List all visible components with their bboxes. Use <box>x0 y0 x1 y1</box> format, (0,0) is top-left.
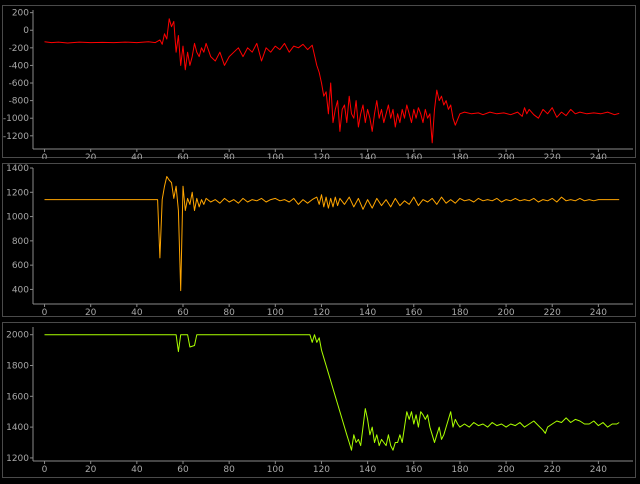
x-tick-label: 20 <box>85 153 97 159</box>
x-tick-label: 20 <box>85 465 97 475</box>
chart-panel-1: 200 0 -200 -400 -600 -800 -1000 -1200 0 20 40 60 80 1… <box>2 5 636 159</box>
x-tick-label: 60 <box>177 308 189 318</box>
y-tick-label: 1400 <box>6 423 29 433</box>
y-tick-label: 600 <box>12 261 29 271</box>
y-tick-label: -600 <box>9 79 30 89</box>
x-tick-label: 220 <box>544 153 561 159</box>
series-line-3 <box>44 334 620 451</box>
y-tick-label: 400 <box>12 285 29 295</box>
x-tick-label: 240 <box>590 153 607 159</box>
y-tick-label: -200 <box>9 44 30 54</box>
x-tick-label: 200 <box>497 465 514 475</box>
series-line-1 <box>44 18 620 144</box>
x-tick-label: 60 <box>177 153 189 159</box>
x-tick-label: 40 <box>131 153 143 159</box>
y-tick-label: 1200 <box>6 188 29 198</box>
x-tick-label: 120 <box>313 465 330 475</box>
y-tick-label: 0 <box>23 26 29 36</box>
x-tick-label: 100 <box>267 465 284 475</box>
x-tick-label: 180 <box>451 153 468 159</box>
x-tick-label: 0 <box>42 153 48 159</box>
x-tick-label: 40 <box>131 308 143 318</box>
x-tick-label: 220 <box>544 465 561 475</box>
x-tick-label: 0 <box>42 308 48 318</box>
x-tick-label: 240 <box>590 308 607 318</box>
chart-1-svg: 200 0 -200 -400 -600 -800 -1000 -1200 0 20 40 60 80 1… <box>3 9 633 159</box>
chart-3-svg: 2000 1800 1600 1400 1200 0 20 40 60 80 100 120 140 16… <box>6 327 633 475</box>
x-tick-label: 120 <box>313 308 330 318</box>
y-tick-label: 1200 <box>6 454 29 464</box>
y-tick-label: 1400 <box>6 164 29 174</box>
x-tick-label: 120 <box>313 153 330 159</box>
x-tick-label: 220 <box>544 308 561 318</box>
x-tick-label: 100 <box>267 153 284 159</box>
series-line-2 <box>44 176 620 292</box>
x-tick-label: 80 <box>223 308 235 318</box>
y-tick-label: -1000 <box>3 114 29 124</box>
y-tick-label: 800 <box>12 237 29 247</box>
y-tick-label: -800 <box>9 97 30 107</box>
x-tick-label: 0 <box>42 465 48 475</box>
chart-2-svg: 1400 1200 1000 800 600 400 0 20 40 60 80 100 120 140 1… <box>6 164 633 318</box>
x-tick-label: 60 <box>177 465 189 475</box>
x-tick-label: 140 <box>359 465 376 475</box>
y-tick-label: 1800 <box>6 362 29 372</box>
x-tick-label: 160 <box>405 308 422 318</box>
x-tick-label: 80 <box>223 465 235 475</box>
y-tick-label: 1600 <box>6 392 29 402</box>
x-tick-label: 160 <box>405 465 422 475</box>
chart-panel-3: 2000 1800 1600 1400 1200 0 20 40 60 80 100 120 140 16… <box>2 322 636 478</box>
x-tick-label: 80 <box>223 153 235 159</box>
y-tick-label: -400 <box>9 61 30 71</box>
y-tick-label: 200 <box>12 9 29 19</box>
x-tick-label: 40 <box>131 465 143 475</box>
x-tick-label: 240 <box>590 465 607 475</box>
y-tick-label: -1200 <box>3 132 29 142</box>
x-tick-label: 200 <box>497 308 514 318</box>
x-tick-label: 180 <box>451 308 468 318</box>
x-tick-label: 100 <box>267 308 284 318</box>
x-tick-label: 20 <box>85 308 97 318</box>
x-tick-label: 140 <box>359 153 376 159</box>
y-tick-label: 1000 <box>6 213 29 223</box>
x-tick-label: 160 <box>405 153 422 159</box>
x-tick-label: 200 <box>497 153 514 159</box>
x-tick-label: 180 <box>451 465 468 475</box>
x-tick-label: 140 <box>359 308 376 318</box>
y-tick-label: 2000 <box>6 331 29 341</box>
chart-panel-2: 1400 1200 1000 800 600 400 0 20 40 60 80 100 120 140 1… <box>2 163 636 318</box>
